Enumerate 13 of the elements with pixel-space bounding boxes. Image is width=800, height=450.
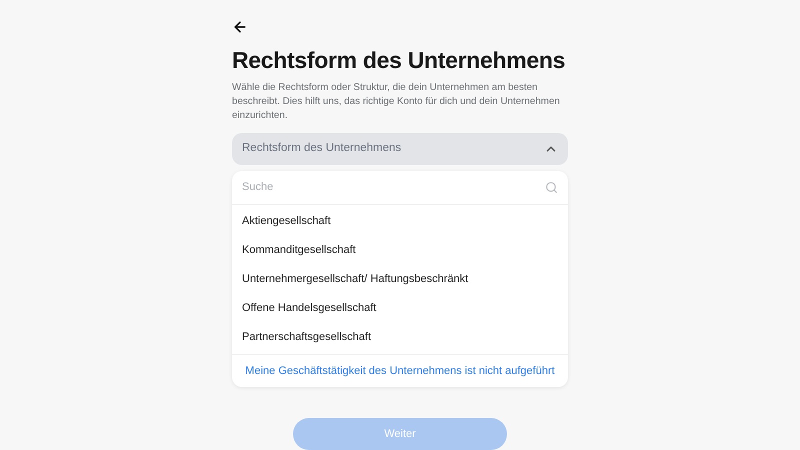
legal-form-select[interactable]: Rechtsform des Unternehmens [232, 133, 568, 165]
search-icon [545, 181, 558, 194]
option-item[interactable]: Aktiengesellschaft [232, 207, 568, 236]
not-listed-link[interactable]: Meine Geschäftstätigkeit des Unternehmens ist nicht aufgeführt [245, 362, 555, 380]
option-item[interactable]: Partnerschaftsgesellschaft [232, 323, 568, 352]
back-button[interactable] [232, 19, 248, 35]
option-item[interactable]: Unternehmergesellschaft/ Haftungsbeschränkt [232, 265, 568, 294]
page-description: Wähle die Rechtsform oder Struktur, die dein Unternehmen am besten beschreibt. Dies hilft uns, das richtige Konto für dich und dein Unternehmen einzurichten. [232, 81, 561, 123]
select-placeholder: Rechtsform des Unternehmens [242, 141, 402, 156]
page-title: Rechtsform des Unternehmens [232, 46, 566, 75]
option-item[interactable]: Offene Handelsgesellschaft [232, 294, 568, 323]
search-field[interactable]: Suche [242, 179, 502, 196]
option-item[interactable]: Kommanditgesellschaft [232, 236, 568, 265]
